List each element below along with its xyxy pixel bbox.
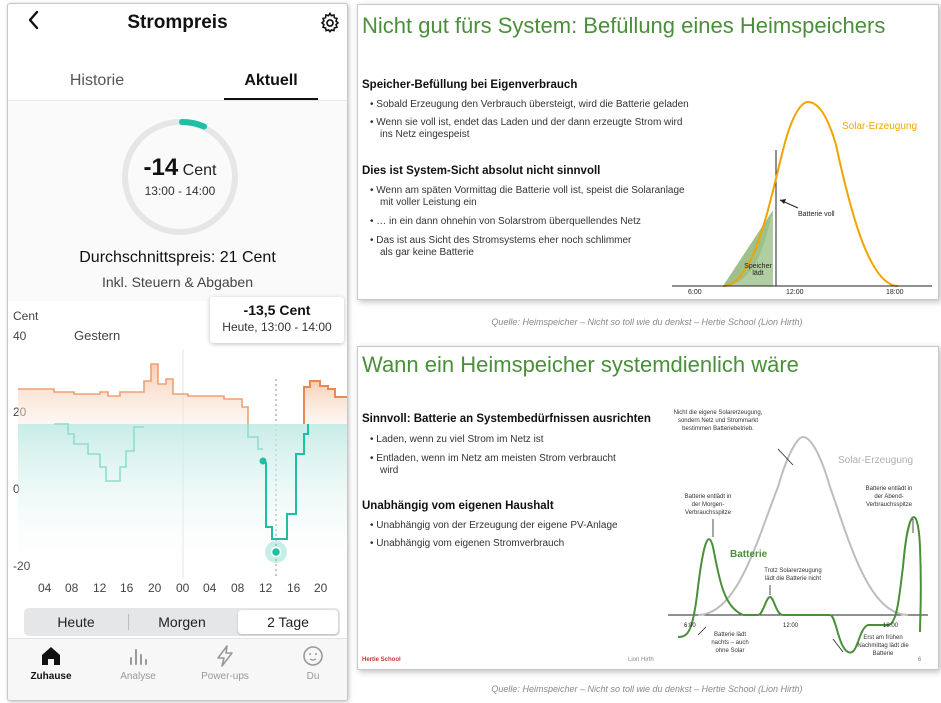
gear-icon[interactable] (319, 11, 341, 39)
x-tick-label: 6:00 (688, 289, 702, 296)
annotation-afternoon: Erst am frühen Nachmittag lädt die Batteri… (857, 635, 909, 657)
x-tick-label: 12:00 (783, 623, 799, 629)
tooltip-time: Heute, 13:00 - 14:00 (222, 320, 332, 334)
x-tick-label: 04 (38, 581, 52, 595)
x-tick-label: 00 (176, 581, 190, 595)
current-time-range: 13:00 - 14:00 (144, 184, 216, 198)
slide-title: Nicht gut fürs System: Befüllung eines H… (362, 13, 886, 38)
curve-label: Solar-Erzeugung (838, 455, 914, 466)
x-tick-label: 18:00 (886, 289, 904, 296)
bullet: • Laden, wenn zu viel Strom im Netz ist (370, 434, 544, 445)
bullet-continued: mit voller Leistung ein (380, 197, 477, 208)
tooltip-value: -13,5 Cent (243, 302, 311, 318)
annotation-night: Batterie lädt nachts – auch ohne Solar (711, 632, 749, 654)
bar-chart-icon[interactable] (128, 647, 148, 670)
nav-label-du[interactable]: Du (283, 671, 343, 682)
app-screen: Strompreis Historie Aktuell -14 Cent 13:… (7, 3, 348, 701)
slide-title: Wann ein Heimspeicher systemdienlich wär… (362, 352, 799, 377)
tab-historie[interactable]: Historie (42, 72, 152, 90)
annotation-noon: Trotz Solarerzeugung lädt die Batterie ni… (764, 568, 822, 582)
bullet: • Wenn sie voll ist, endet das Laden und… (370, 117, 683, 128)
x-tick-label: 16 (287, 581, 301, 595)
bullet: • … in ein dann ohnehin von Solarstrom ü… (370, 216, 641, 227)
bullet-continued: wird (380, 465, 399, 476)
bullet: • Das ist aus Sicht des Stromsystems ehe… (370, 235, 632, 246)
slide-heading: Sinnvoll: Batterie an Systembedürfnissen… (362, 413, 651, 425)
x-tick-label: 16 (120, 581, 134, 595)
range-button-heute[interactable]: Heute (24, 608, 128, 636)
bullet: • Entladen, wenn im Netz am meisten Stro… (370, 453, 616, 464)
current-price-value: -14 (143, 154, 179, 181)
x-tick-label: 04 (203, 581, 217, 595)
annotation-battery-full: Batterie voll (798, 211, 835, 218)
slide-heading: Speicher-Befüllung bei Eigenverbrauch (362, 79, 578, 91)
average-price-note: Inkl. Steuern & Abgaben (102, 274, 253, 290)
nav-label-power-ups[interactable]: Power-ups (195, 671, 255, 682)
price-history-chart[interactable] (8, 339, 347, 579)
battery-label: Batterie (730, 549, 768, 560)
nav-label-zuhause[interactable]: Zuhause (21, 671, 81, 682)
x-tick-label: 18:00 (883, 623, 899, 629)
annotation-top: Nicht die eigene Solarerzeugung, sondern … (673, 410, 763, 432)
x-tick-label: 12 (93, 581, 107, 595)
slide-system-serving-battery: Wann ein Heimspeicher systemdienlich wär… (357, 346, 939, 670)
slide-footer: Lion Hirth (628, 657, 654, 663)
source-caption: Quelle: Heimspeicher – Nicht so toll wie… (491, 317, 803, 327)
x-tick-label: 20 (148, 581, 162, 595)
annotation-evening: Batterie entlädt in der Abend- Verbrauchss… (865, 486, 913, 508)
bullet: • Unabhängig vom eigenen Stromverbrauch (370, 538, 565, 549)
x-tick-label: 08 (65, 581, 79, 595)
slide-page-number: 6 (918, 657, 922, 663)
range-button-2-tage[interactable]: 2 Tage (238, 610, 338, 634)
current-price-unit: Cent (182, 162, 217, 179)
nav-label-analyse[interactable]: Analyse (108, 671, 168, 682)
home-icon[interactable] (40, 646, 62, 671)
page-title: Strompreis (127, 12, 228, 33)
bullet: • Wenn am späten Vormittag die Batterie … (370, 185, 685, 196)
bullet-continued: ins Netz eingespeist (380, 129, 470, 140)
bullet-continued: als gar keine Batterie (380, 247, 474, 258)
face-icon[interactable] (302, 645, 324, 672)
annotation-morning: Batterie entlädt in der Morgen- Verbrauchs… (684, 494, 732, 516)
chart-unit-label: Cent (13, 309, 39, 323)
source-caption: Quelle: Heimspeicher – Nicht so toll wie… (491, 684, 803, 694)
x-tick-label: 6:00 (684, 623, 696, 629)
lightning-icon[interactable] (216, 645, 234, 672)
annotation-charging: Speicher lädt (744, 263, 772, 277)
x-tick-label: 08 (231, 581, 245, 595)
bullet: • Sobald Erzeugung den Verbrauch überste… (370, 99, 689, 110)
range-button-morgen[interactable]: Morgen (129, 608, 235, 636)
x-tick-label: 12 (259, 581, 273, 595)
hertie-logo: Hertie School (362, 657, 401, 663)
slide-battery-self-consumption: Nicht gut fürs System: Befüllung eines H… (357, 4, 939, 300)
x-tick-label: 12:00 (786, 289, 804, 296)
slide-heading: Unabhängig vom eigenen Haushalt (362, 500, 554, 512)
curve-label: Solar-Erzeugung (842, 121, 918, 132)
x-tick-label: 20 (314, 581, 328, 595)
bullet: • Unabhängig von der Erzeugung der eigen… (370, 520, 618, 531)
tab-aktuell[interactable]: Aktuell (216, 72, 326, 90)
slide-heading: Dies ist System-Sicht absolut nicht sinn… (362, 165, 601, 177)
average-price: Durchschnittspreis: 21 Cent (79, 249, 276, 266)
price-tooltip: -13,5 Cent Heute, 13:00 - 14:00 (210, 297, 344, 343)
